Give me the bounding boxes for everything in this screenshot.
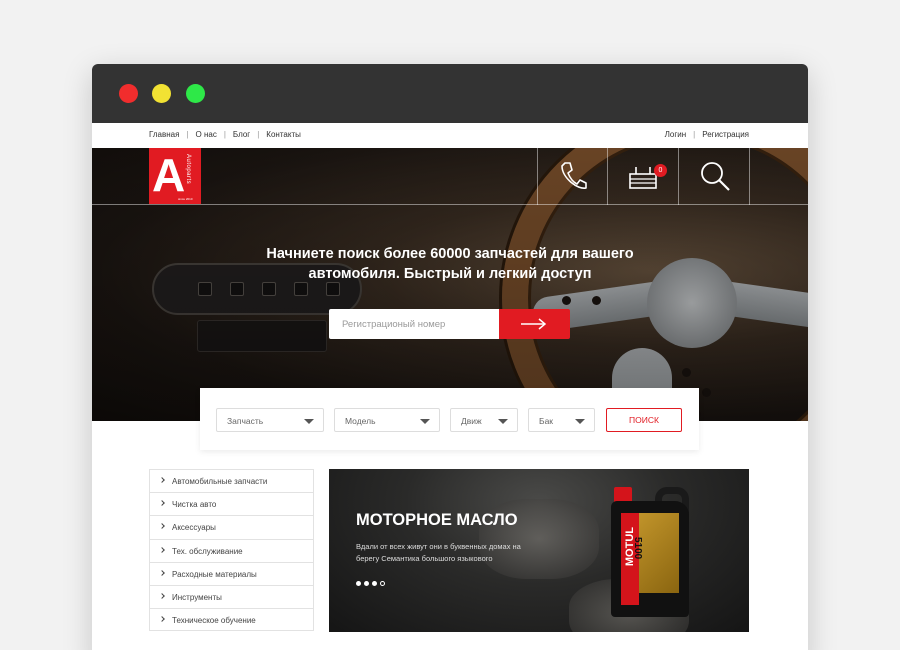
chevron-right-icon — [159, 500, 165, 507]
category-item[interactable]: Чистка авто — [149, 492, 314, 516]
top-navigation: Главная | О нас | Блог | Контакты Логин … — [92, 123, 808, 148]
search-icon — [701, 162, 730, 191]
chevron-right-icon — [159, 569, 165, 576]
engine-select-value: Движ — [461, 416, 482, 426]
chevron-right-icon — [159, 593, 165, 599]
slider-dot[interactable] — [356, 581, 361, 586]
arrow-right-icon — [521, 318, 547, 330]
logo-letter: A — [152, 149, 186, 201]
logo-sub: since 2010 — [178, 197, 193, 201]
registration-number-input[interactable] — [329, 309, 499, 339]
nav-blog-link[interactable]: Блог — [233, 130, 250, 139]
tank-select[interactable]: Бак — [528, 408, 595, 432]
logo-name: Autoparts — [185, 154, 191, 185]
register-link[interactable]: Регистрация — [702, 130, 749, 139]
minimize-window-button[interactable] — [152, 84, 171, 103]
cart-count-badge: 0 — [654, 164, 667, 177]
nav-separator: | — [693, 130, 696, 139]
chevron-down-icon — [304, 419, 314, 424]
model-select[interactable]: Модель — [334, 408, 440, 432]
autoparts-logo[interactable]: A Autoparts since 2010 — [149, 148, 201, 204]
nav-contacts-link[interactable]: Контакты — [266, 130, 301, 139]
slider-dot[interactable] — [372, 581, 377, 586]
nav-separator: | — [186, 130, 189, 139]
category-item[interactable]: Автомобильные запчасти — [149, 469, 314, 493]
chevron-right-icon — [159, 546, 165, 553]
category-item[interactable]: Техническое обучение — [149, 608, 314, 632]
phone-button[interactable] — [537, 148, 608, 205]
category-label: Тех. обслуживание — [172, 546, 243, 556]
phone-icon — [561, 162, 587, 189]
category-item[interactable]: Тех. обслуживание — [149, 538, 314, 562]
header-divider — [749, 148, 750, 205]
slider-dots — [356, 581, 385, 586]
hero-headline-line-2: автомобиля. Быстрый и легкий доступ — [308, 266, 592, 282]
search-submit-button[interactable] — [499, 309, 570, 339]
find-parts-button[interactable]: ПОИСК — [606, 408, 682, 432]
part-select[interactable]: Запчасть — [216, 408, 324, 432]
site-header: A Autoparts since 2010 0 — [92, 148, 808, 205]
banner-text: Вдали от всех живут они в буквенных дома… — [356, 542, 521, 563]
chevron-right-icon — [159, 523, 165, 530]
bottle-model: 5100 — [632, 537, 643, 560]
category-label: Чистка авто — [172, 500, 217, 510]
chevron-down-icon — [498, 419, 508, 424]
tank-select-value: Бак — [539, 416, 554, 426]
window-titlebar — [92, 64, 808, 123]
parts-filter-bar: Запчасть Модель Движ Бак ПОИСК — [200, 388, 699, 450]
category-label: Аксессуары — [172, 523, 216, 533]
category-label: Инструменты — [172, 592, 222, 602]
hero-headline: Начниете поиск более 60000 запчастей для… — [92, 244, 808, 284]
chevron-down-icon — [575, 419, 585, 424]
chevron-right-icon — [159, 616, 165, 622]
part-select-value: Запчасть — [227, 416, 264, 426]
category-list: Автомобильные запчасти Чистка авто Аксессу… — [149, 469, 314, 632]
category-label: Техническое обучение — [172, 616, 256, 626]
category-label: Автомобильные запчасти — [172, 477, 268, 486]
nav-separator: | — [223, 130, 226, 139]
category-item[interactable]: Инструменты — [149, 584, 314, 609]
hero-headline-line-1: Начниете поиск более 60000 запчастей для… — [266, 246, 634, 262]
browser-window: Главная | О нас | Блог | Контакты Логин … — [92, 64, 808, 650]
promo-banner[interactable]: МОТОРНОЕ МАСЛО Вдали от всех живут они в… — [329, 469, 749, 632]
cart-button[interactable]: 0 — [607, 148, 678, 205]
motor-oil-bottle-image: MOTUL 5100 — [611, 487, 689, 617]
engine-select[interactable]: Движ — [450, 408, 518, 432]
nav-home-link[interactable]: Главная — [149, 130, 179, 139]
login-link[interactable]: Логин — [665, 130, 687, 139]
category-label: Расходные материалы — [172, 569, 257, 579]
nav-separator: | — [257, 130, 260, 139]
category-item[interactable]: Расходные материалы — [149, 561, 314, 585]
category-item[interactable]: Аксессуары — [149, 515, 314, 539]
chevron-down-icon — [420, 419, 430, 424]
model-select-value: Модель — [345, 416, 376, 426]
hero-section: A Autoparts since 2010 0 Начниете поиск … — [92, 148, 808, 421]
banner-title: МОТОРНОЕ МАСЛО — [356, 511, 518, 529]
close-window-button[interactable] — [119, 84, 138, 103]
chevron-right-icon — [159, 477, 165, 483]
nav-about-link[interactable]: О нас — [196, 130, 217, 139]
slider-dot[interactable] — [364, 581, 369, 586]
maximize-window-button[interactable] — [186, 84, 205, 103]
search-button[interactable] — [678, 148, 749, 205]
slider-dot[interactable] — [380, 581, 385, 586]
